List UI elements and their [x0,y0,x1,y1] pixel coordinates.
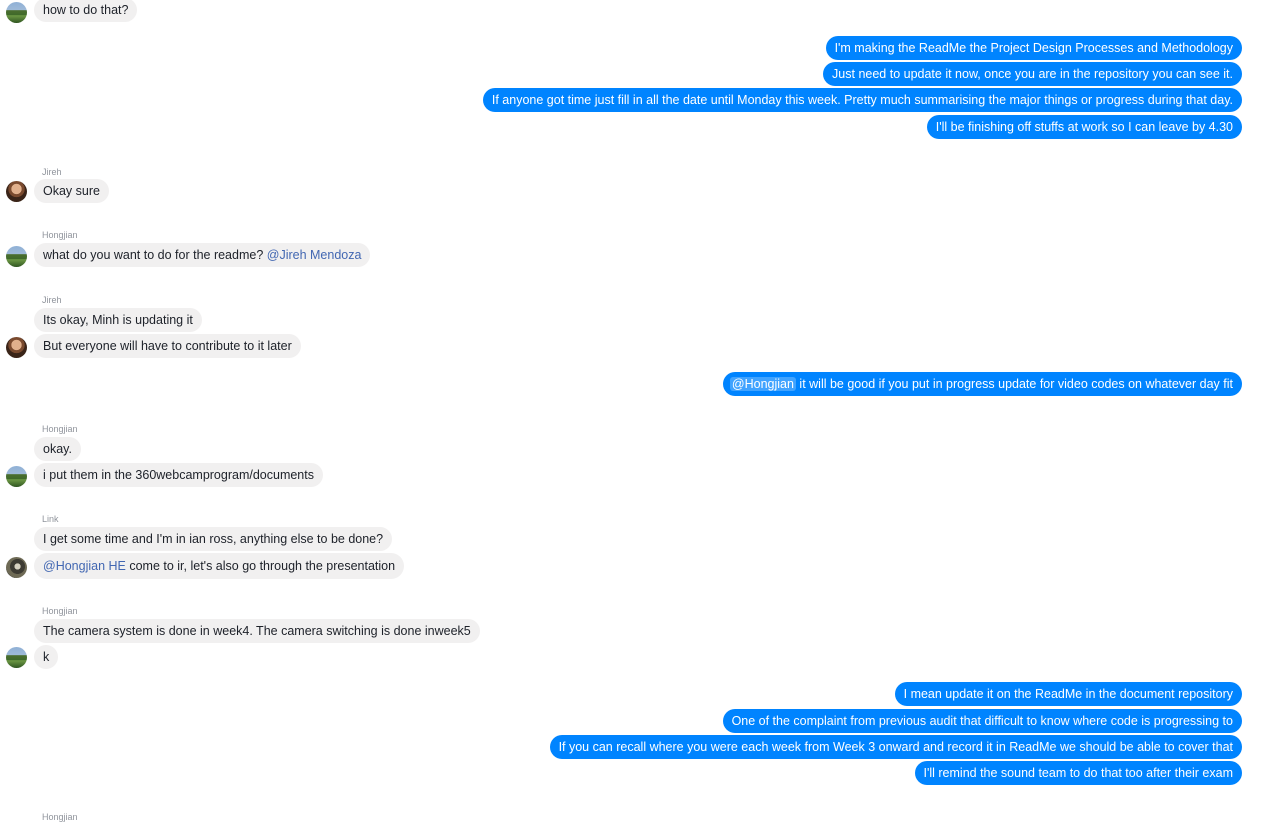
avatar-hongjian[interactable] [6,647,27,668]
message-bubble-outgoing[interactable]: Just need to update it now, once you are… [823,62,1242,86]
message-bubble-outgoing[interactable]: I mean update it on the ReadMe in the do… [894,682,1242,706]
mention-link[interactable]: @Jireh Mendoza [267,248,362,262]
chat-thread: how to do that? I'm making the ReadMe th… [0,0,1266,824]
sender-name: Hongjian [42,606,78,616]
avatar-hongjian[interactable] [6,466,27,487]
message-bubble[interactable]: Its okay, Minh is updating it [34,308,202,332]
mention-link[interactable]: @Hongjian [729,377,796,391]
message-bubble[interactable]: But everyone will have to contribute to … [34,334,301,358]
avatar-link[interactable] [6,557,27,578]
message-text: it will be good if you put in progress u… [795,377,1233,391]
message-bubble-outgoing[interactable]: I'll remind the sound team to do that to… [914,761,1242,785]
message-bubble[interactable]: The camera system is done in week4. The … [34,619,480,643]
message-bubble[interactable]: k [34,645,59,669]
message-bubble[interactable]: okay. [34,437,81,461]
message-bubble-outgoing[interactable]: @Hongjian it will be good if you put in … [722,372,1242,396]
sender-name: Jireh [42,295,62,305]
sender-name: Link [42,514,59,524]
sender-name: Hongjian [42,812,78,822]
avatar-hongjian[interactable] [6,2,27,23]
message-text: what do you want to do for the readme? [43,248,267,262]
message-bubble[interactable]: i put them in the 360webcamprogram/docum… [34,463,323,487]
message-bubble[interactable]: how to do that? [34,0,138,22]
mention-link[interactable]: @Hongjian HE [43,559,126,573]
message-text: come to ir, let's also go through the pr… [125,559,396,573]
message-bubble-outgoing[interactable]: If you can recall where you were each we… [549,735,1242,759]
message-bubble-outgoing[interactable]: I'm making the ReadMe the Project Design… [825,36,1242,60]
message-bubble[interactable]: Okay sure [34,179,109,203]
avatar-hongjian[interactable] [6,246,27,267]
avatar-jireh[interactable] [6,181,27,202]
sender-name: Hongjian [42,230,78,240]
message-bubble-outgoing[interactable]: One of the complaint from previous audit… [722,709,1242,733]
message-bubble-outgoing[interactable]: I'll be finishing off stuffs at work so … [926,115,1242,139]
message-bubble[interactable]: @Hongjian HE come to ir, let's also go t… [34,553,405,579]
message-bubble-outgoing[interactable]: If anyone got time just fill in all the … [482,88,1242,112]
message-bubble[interactable]: I get some time and I'm in ian ross, any… [34,527,393,551]
avatar-jireh[interactable] [6,337,27,358]
sender-name: Jireh [42,167,62,177]
sender-name: Hongjian [42,424,78,434]
message-bubble[interactable]: what do you want to do for the readme? @… [34,243,371,267]
